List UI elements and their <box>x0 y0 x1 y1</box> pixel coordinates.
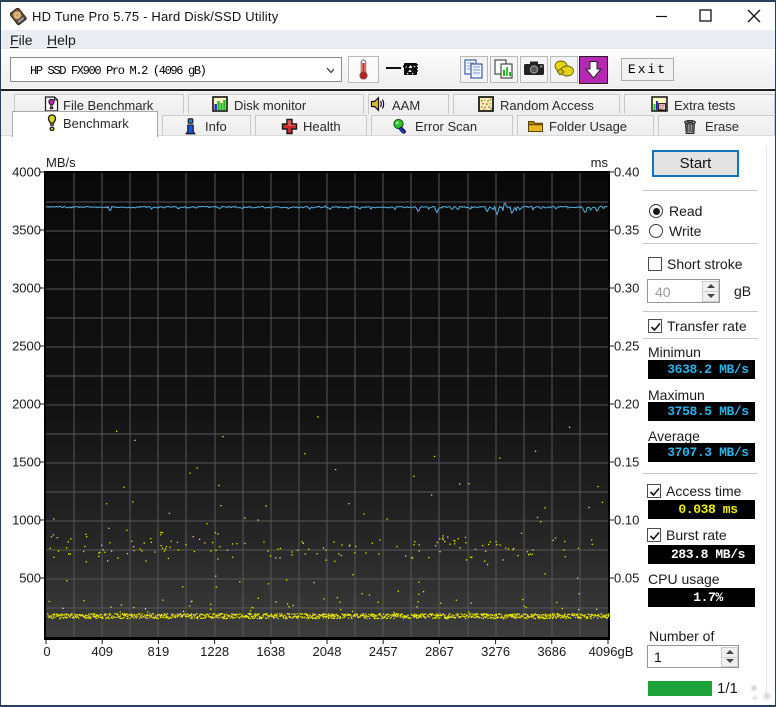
svg-text:3686: 3686 <box>537 644 566 659</box>
svg-text:2457: 2457 <box>369 644 398 659</box>
svg-text:3000: 3000 <box>12 281 41 296</box>
svg-text:500: 500 <box>19 571 41 586</box>
svg-text:1500: 1500 <box>12 455 41 470</box>
svg-text:0.10: 0.10 <box>614 513 639 528</box>
svg-text:3276: 3276 <box>481 644 510 659</box>
svg-text:4000: 4000 <box>12 165 41 180</box>
svg-text:4096gB: 4096gB <box>589 644 634 659</box>
svg-text:1638: 1638 <box>256 644 285 659</box>
svg-text:2048: 2048 <box>313 644 342 659</box>
svg-text:409: 409 <box>91 644 113 659</box>
svg-text:ms: ms <box>591 155 609 170</box>
svg-text:0.30: 0.30 <box>614 281 639 296</box>
svg-text:2000: 2000 <box>12 397 41 412</box>
svg-text:1000: 1000 <box>12 513 41 528</box>
svg-text:0.40: 0.40 <box>614 165 639 180</box>
svg-text:1228: 1228 <box>200 644 229 659</box>
svg-text:2867: 2867 <box>425 644 454 659</box>
svg-text:0.15: 0.15 <box>614 455 639 470</box>
svg-text:0: 0 <box>43 644 50 659</box>
svg-text:0.05: 0.05 <box>614 571 639 586</box>
svg-text:MB/s: MB/s <box>46 155 76 170</box>
svg-text:3500: 3500 <box>12 223 41 238</box>
svg-text:2500: 2500 <box>12 339 41 354</box>
svg-text:0.20: 0.20 <box>614 397 639 412</box>
svg-text:819: 819 <box>148 644 170 659</box>
svg-text:0.25: 0.25 <box>614 339 639 354</box>
svg-text:0.35: 0.35 <box>614 223 639 238</box>
